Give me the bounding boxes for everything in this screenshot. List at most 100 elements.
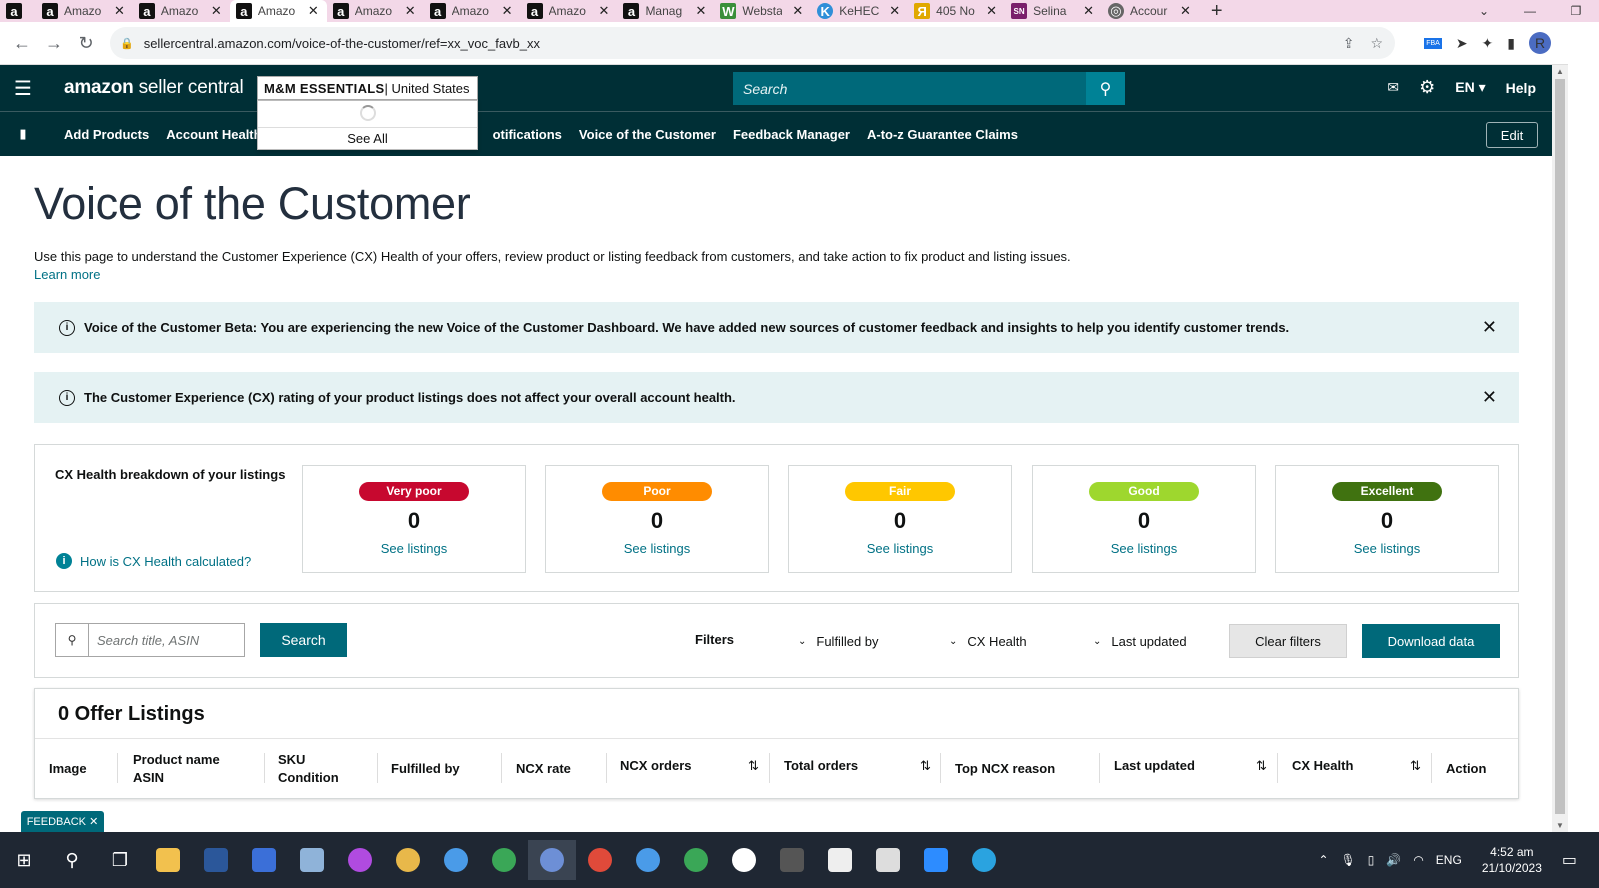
close-icon[interactable]: ✕ [89,815,98,828]
browser-tab[interactable]: a Amazo ✕ [327,0,424,22]
see-listings-link[interactable]: See listings [546,541,768,556]
bookmark-star-icon[interactable]: ☆ [1370,35,1383,52]
download-data-button[interactable]: Download data [1362,624,1500,658]
address-bar[interactable]: 🔒 sellercentral.amazon.com/voice-of-the-… [110,27,1395,59]
nav-voice-of-customer[interactable]: Voice of the Customer [579,127,716,142]
see-listings-link[interactable]: See listings [303,541,525,556]
edit-nav-button[interactable]: Edit [1486,122,1538,148]
chrome-icon[interactable] [480,840,528,880]
share-icon[interactable]: ⇪ [1343,35,1355,52]
chrome-icon[interactable] [576,840,624,880]
language-selector[interactable]: EN ▾ [1455,79,1485,96]
col-product-name[interactable]: Product name ASIN [133,739,220,799]
hamburger-menu-icon[interactable]: ☰ [0,76,46,101]
browser-tab[interactable]: a Amazo ✕ [36,0,133,22]
microphone-icon[interactable]: 🎙 [1341,853,1356,867]
feedback-tab[interactable]: FEEDBACK ✕ [21,811,104,832]
see-listings-link[interactable]: See listings [1276,541,1498,556]
close-icon[interactable]: ✕ [1482,317,1497,338]
app-icon[interactable] [864,840,912,880]
close-icon[interactable]: ✕ [405,3,416,19]
mail-icon[interactable]: ✉ [1387,79,1399,96]
forward-icon[interactable]: → [38,33,70,54]
battery-icon[interactable]: ▯ [1368,853,1375,867]
learn-more-link[interactable]: Learn more [34,267,100,282]
see-listings-link[interactable]: See listings [789,541,1011,556]
browser-tab[interactable]: a Amazo ✕ [424,0,521,22]
sidepanel-icon[interactable]: ▮ [1507,35,1515,52]
browser-tab[interactable]: a [0,0,36,22]
col-fulfilled-by[interactable]: Fulfilled by [391,739,460,799]
browser-tab-active[interactable]: a Amazo ✕ [229,0,327,22]
sort-icon[interactable]: ⇅ [748,757,759,775]
app-icon[interactable] [240,840,288,880]
scrollbar-thumb[interactable] [1555,79,1565,814]
fulfilled-by-dropdown[interactable]: ⌄ Fulfilled by [798,634,879,649]
search-button[interactable]: Search [260,623,347,657]
see-listings-link[interactable]: See listings [1033,541,1255,556]
help-link[interactable]: Help [1506,80,1536,96]
sort-icon[interactable]: ⇅ [920,757,931,775]
scroll-up-icon[interactable]: ▲ [1556,67,1564,76]
store-selector[interactable]: M&M ESSENTIALS | United States [257,76,478,100]
close-icon[interactable]: ✕ [114,3,125,19]
col-total-orders[interactable]: Total orders ⇅ [784,736,931,796]
wifi-icon[interactable]: ◠ [1413,853,1423,867]
clock[interactable]: 4:52 am 21/10/2023 [1482,844,1542,876]
slack-icon[interactable] [720,840,768,880]
calculator-icon[interactable] [768,840,816,880]
notepad-icon[interactable] [288,840,336,880]
chrome-icon[interactable] [528,840,576,880]
cx-how-link[interactable]: i How is CX Health calculated? [56,553,251,569]
new-tab-icon[interactable]: + [1211,0,1223,22]
nav-a-to-z-claims[interactable]: A-to-z Guarantee Claims [867,127,1018,142]
col-cx-health[interactable]: CX Health ⇅ [1292,736,1421,796]
close-icon[interactable]: ✕ [1083,3,1094,19]
zoom-icon[interactable] [912,840,960,880]
cx-health-dropdown[interactable]: ⌄ CX Health [949,634,1027,649]
search-icon[interactable]: ⚲ [48,840,96,880]
browser-tab[interactable]: K KeHEC ✕ [811,0,908,22]
back-icon[interactable]: ← [6,33,38,54]
chrome-icon[interactable] [672,840,720,880]
chevron-up-icon[interactable]: ⌃ [1318,853,1328,867]
browser-tab[interactable]: Я 405 No ✕ [908,0,1005,22]
browser-tab[interactable]: W Websta ✕ [714,0,811,22]
close-icon[interactable]: ✕ [695,3,706,19]
browser-tab[interactable]: ◎ Accour ✕ [1102,0,1199,22]
extension-icon[interactable]: ➤ [1456,35,1468,52]
reload-icon[interactable]: ↻ [70,33,102,54]
page-scrollbar[interactable]: ▲ ▼ [1552,65,1568,832]
col-ncx-orders[interactable]: NCX orders ⇅ [620,736,759,796]
close-icon[interactable]: ✕ [792,3,803,19]
minimize-icon[interactable]: — [1507,4,1553,18]
chrome-icon[interactable] [432,840,480,880]
sort-icon[interactable]: ⇅ [1410,757,1421,775]
close-icon[interactable]: ✕ [599,3,610,19]
close-icon[interactable]: ✕ [889,3,900,19]
seller-central-logo[interactable]: amazon seller central [64,77,244,99]
task-view-icon[interactable]: ❐ [96,840,144,880]
tab-search-icon[interactable]: ⌄ [1461,4,1507,18]
close-icon[interactable]: ✕ [502,3,513,19]
browser-tab[interactable]: a Manag ✕ [617,0,714,22]
header-search[interactable]: Search ⚲ [733,72,1125,105]
volume-icon[interactable]: 🔊 [1386,853,1401,867]
clear-filters-button[interactable]: Clear filters [1229,624,1347,658]
file-explorer-icon[interactable] [144,840,192,880]
close-icon[interactable]: ✕ [1180,3,1191,19]
col-sku[interactable]: SKU Condition [278,739,339,799]
gear-icon[interactable]: ⚙ [1419,77,1435,98]
word-icon[interactable] [192,840,240,880]
see-all-stores-link[interactable]: See All [258,127,477,149]
chrome-icon[interactable] [384,840,432,880]
app-icon[interactable] [816,840,864,880]
chrome-icon[interactable] [624,840,672,880]
messenger-icon[interactable] [336,840,384,880]
input-language[interactable]: ENG [1436,853,1462,867]
nav-notifications[interactable]: otifications [493,127,562,142]
browser-tab[interactable]: a Amazo ✕ [521,0,618,22]
close-icon[interactable]: ✕ [986,3,997,19]
col-ncx-rate[interactable]: NCX rate [516,739,571,799]
close-icon[interactable]: ✕ [308,3,319,19]
